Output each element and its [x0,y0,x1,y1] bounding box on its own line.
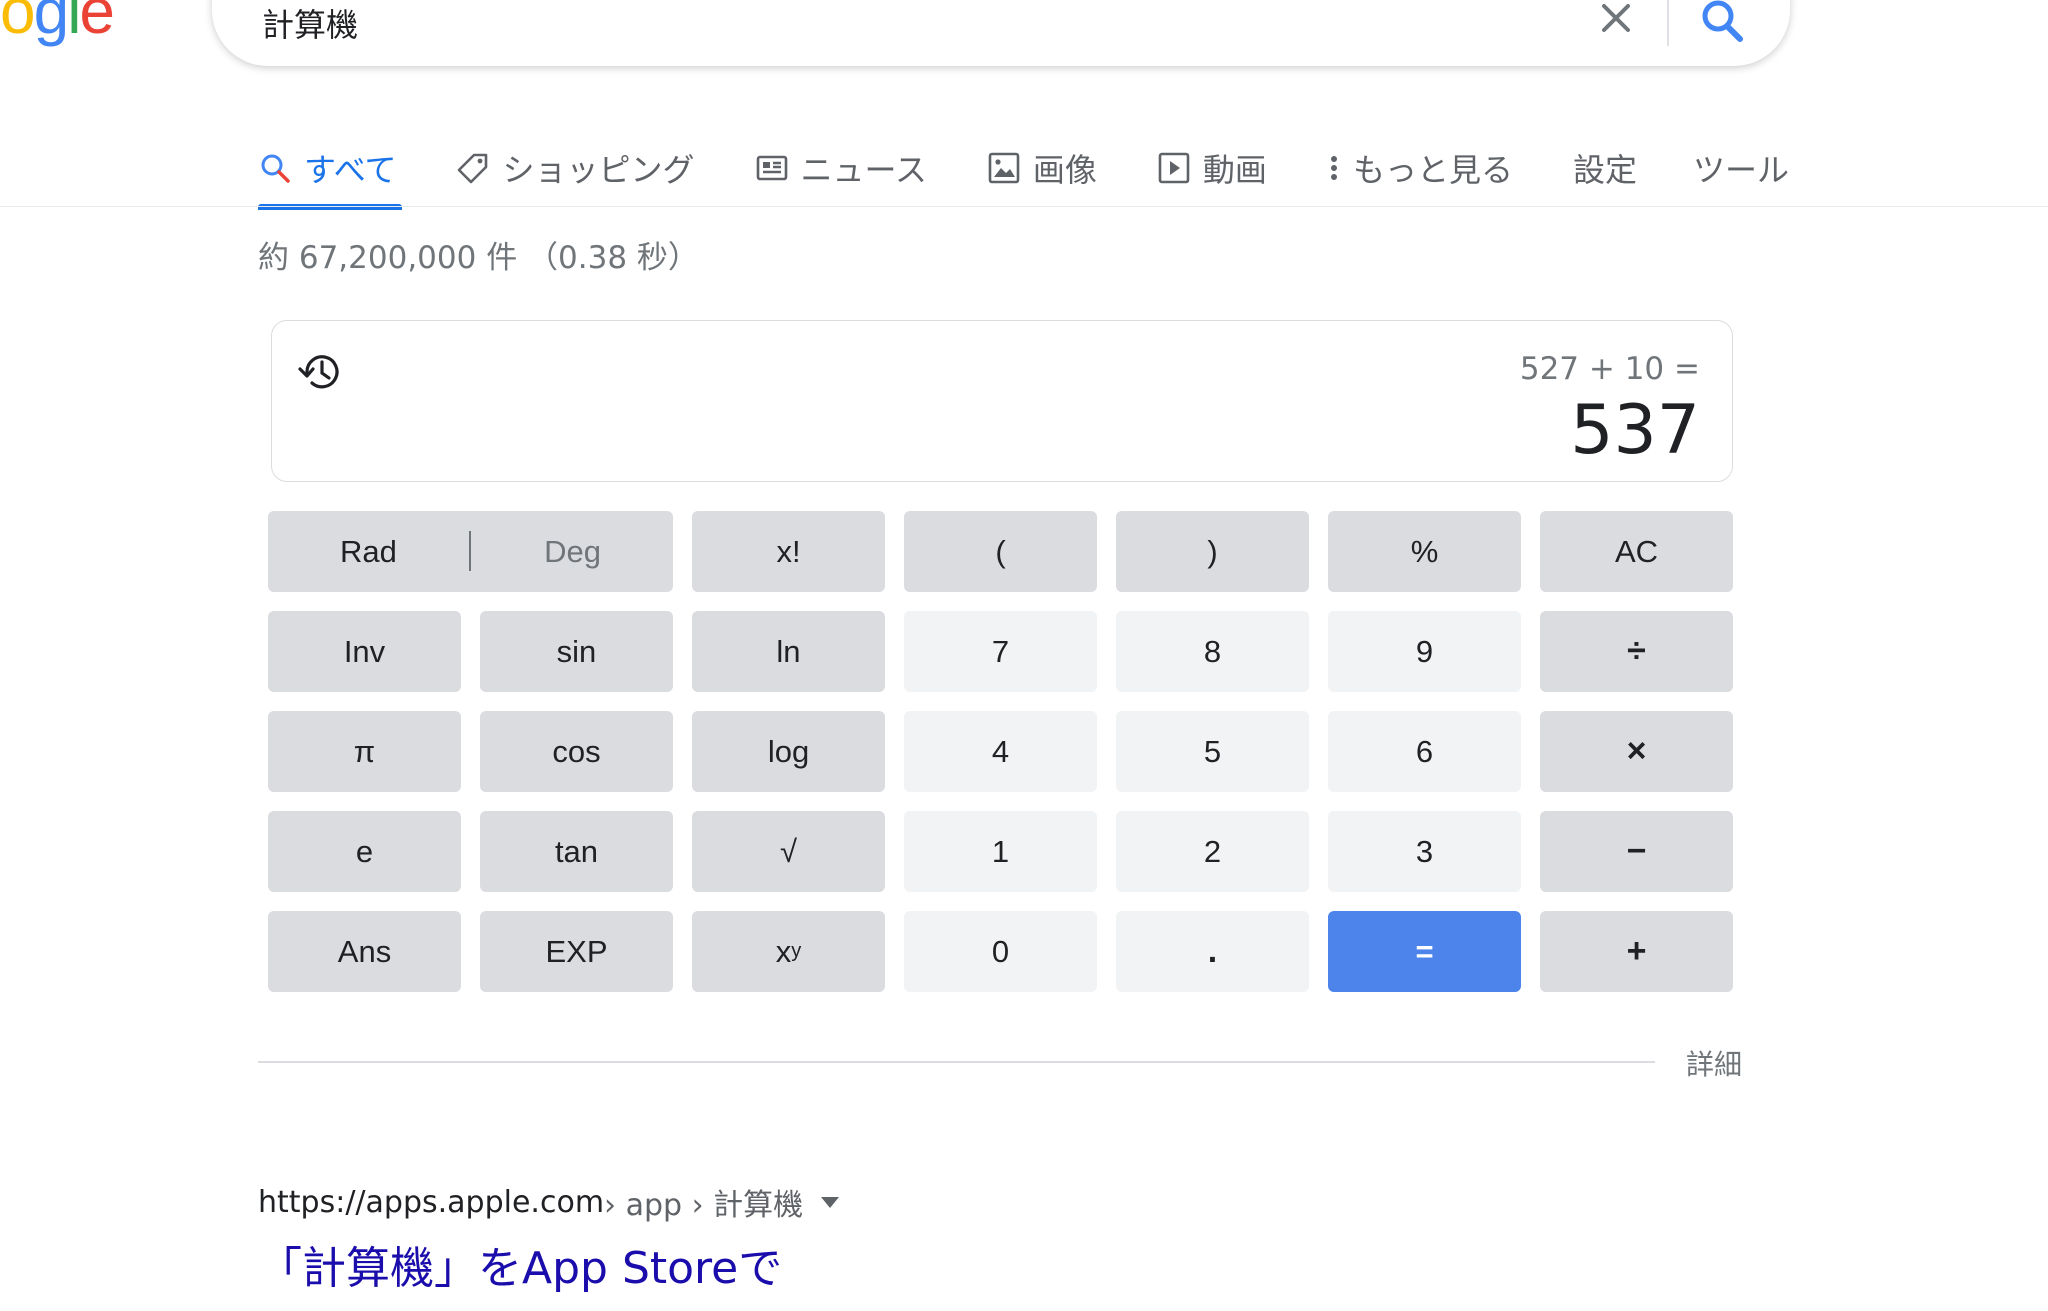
e-key[interactable]: e [268,811,461,892]
search-button[interactable] [1697,0,1747,46]
result-site: https://apps.apple.com [258,1184,605,1220]
factorial-key[interactable]: x! [692,511,885,592]
logo-letter-g: g [33,0,70,47]
result-title-link[interactable]: 「計算機」をApp Storeで [258,1232,782,1296]
tab-label: ニュース [800,151,927,189]
search-tabs: すべて ショッピング ニュース 画像 動画 もっと見る 設定 ツール [258,128,1845,210]
logo-letter-o: o [0,0,36,47]
calculator-keypad: Rad Deg x! ( ) % AC Inv sin ln 7 8 9 ÷ π… [268,511,1736,992]
deg-button[interactable]: Deg [544,534,601,570]
ans-key[interactable]: Ans [268,911,461,992]
tan-key[interactable]: tan [480,811,673,892]
rad-deg-toggle[interactable]: Rad Deg [268,511,673,592]
digit-4-key[interactable]: 4 [904,711,1097,792]
search-icon [1702,0,1743,42]
tab-label: すべて [304,151,397,189]
tab-label: 画像 [1032,151,1097,189]
tab-label: ショッピング [502,151,695,189]
right-paren-key[interactable]: ) [1116,511,1309,592]
power-base: x [775,933,792,969]
search-bar[interactable]: 計算機 [212,0,1790,66]
digit-9-key[interactable]: 9 [1328,611,1521,692]
tab-label: 動画 [1202,151,1267,189]
tab-tools[interactable]: ツール [1693,128,1789,208]
digit-2-key[interactable]: 2 [1116,811,1309,892]
search-bar-divider [1667,0,1669,46]
search-input[interactable]: 計算機 [262,0,358,46]
exp-key[interactable]: EXP [480,911,673,992]
calc-result: 537 [1570,391,1700,470]
tabs-divider [0,206,2048,207]
decimal-point-key[interactable]: . [1116,911,1309,992]
divide-key[interactable]: ÷ [1540,611,1733,692]
tab-label: もっと見る [1352,151,1513,189]
left-paren-key[interactable]: ( [904,511,1097,592]
tab-settings[interactable]: 設定 [1573,128,1637,208]
percent-key[interactable]: % [1328,511,1521,592]
calc-expression: 527 + 10 = [1519,351,1700,387]
details-link[interactable]: 詳細 [1686,1043,1742,1083]
cos-key[interactable]: cos [480,711,673,792]
tab-label: 設定 [1572,151,1637,189]
logo-letter-l: l [67,0,81,47]
history-icon [298,355,339,389]
multiply-key[interactable]: × [1540,711,1733,792]
tab-more[interactable]: もっと見る [1327,128,1513,208]
result-stats: 約 67,200,000 件 （0.38 秒） [258,240,699,276]
rad-button[interactable]: Rad [340,534,397,570]
all-clear-key[interactable]: AC [1540,511,1733,592]
equals-key[interactable]: = [1328,911,1521,992]
result-url[interactable]: https://apps.apple.com › app › 計算機 [258,1180,840,1224]
tab-all[interactable]: すべて [258,128,403,210]
search-results-page: ogle 計算機 すべて ショッピング ニュース 画像 動画 もっと見る 設定 … [0,0,2048,1311]
video-icon [1157,151,1191,185]
plus-key[interactable]: + [1540,911,1733,992]
sin-key[interactable]: sin [480,611,673,692]
history-button[interactable] [296,347,346,397]
news-icon [755,151,789,185]
tab-shopping[interactable]: ショッピング [456,128,695,208]
power-key[interactable]: xy [692,911,885,992]
digit-3-key[interactable]: 3 [1328,811,1521,892]
logo-letter-e: e [79,0,115,47]
ln-key[interactable]: ln [692,611,885,692]
tab-videos[interactable]: 動画 [1157,128,1267,208]
close-icon [1602,4,1630,32]
search-icon [258,151,292,185]
tab-label: ツール [1692,151,1789,189]
digit-5-key[interactable]: 5 [1116,711,1309,792]
digit-6-key[interactable]: 6 [1328,711,1521,792]
tab-images[interactable]: 画像 [987,128,1097,208]
clear-search-button[interactable] [1592,0,1640,42]
google-logo[interactable]: ogle [0,0,115,48]
log-key[interactable]: log [692,711,885,792]
digit-8-key[interactable]: 8 [1116,611,1309,692]
rad-deg-separator [469,531,471,571]
calculator-divider [258,1061,1655,1063]
pi-key[interactable]: π [268,711,461,792]
minus-key[interactable]: − [1540,811,1733,892]
image-icon [987,151,1021,185]
calculator-display: 527 + 10 = 537 [271,320,1733,482]
tab-news[interactable]: ニュース [755,128,927,208]
digit-0-key[interactable]: 0 [904,911,1097,992]
digit-1-key[interactable]: 1 [904,811,1097,892]
more-vert-icon [1327,151,1341,185]
sqrt-key[interactable]: √ [692,811,885,892]
inverse-key[interactable]: Inv [268,611,461,692]
tag-icon [456,151,490,185]
power-exponent: y [791,940,802,962]
caret-down-icon[interactable] [821,1196,840,1208]
digit-7-key[interactable]: 7 [904,611,1097,692]
result-path: › app › 計算機 [604,1188,804,1223]
